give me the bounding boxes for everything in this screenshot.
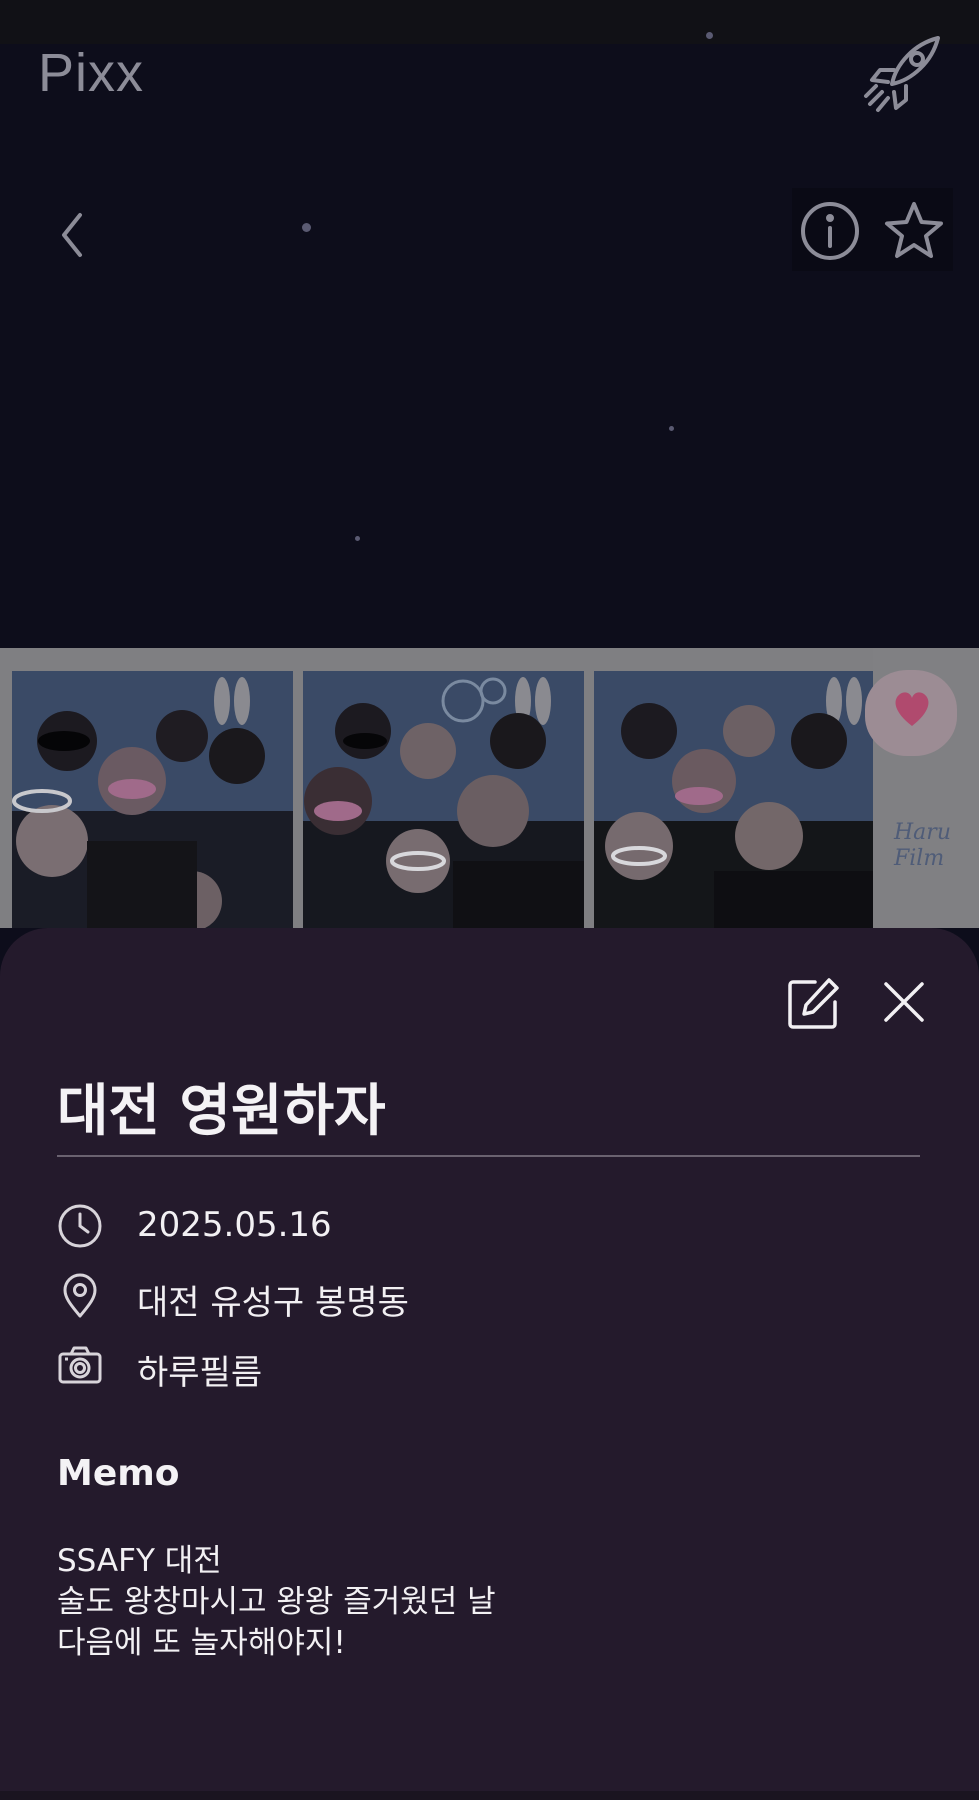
favorite-button[interactable] bbox=[884, 201, 944, 261]
booth-row: 하루필름 bbox=[57, 1341, 917, 1393]
status-bar bbox=[0, 0, 979, 44]
close-button[interactable] bbox=[880, 978, 928, 1026]
photo-frame-2 bbox=[303, 671, 584, 928]
booth-text: 하루필름 bbox=[137, 1353, 263, 1393]
edit-button[interactable] bbox=[785, 976, 841, 1032]
photo-frame-3 bbox=[594, 671, 874, 928]
clock-icon bbox=[58, 1204, 102, 1248]
edit-icon bbox=[788, 978, 839, 1029]
divider bbox=[57, 1155, 920, 1157]
memo-body: SSAFY 대전 술도 왕창마시고 왕왕 즐거웠던 날 다음에 또 놀자해야지! bbox=[57, 1541, 496, 1664]
photo-title: 대전 영원하자 bbox=[57, 1079, 386, 1144]
location-row: 대전 유성구 봉명동 bbox=[57, 1271, 917, 1323]
date-text: 2025.05.16 bbox=[137, 1205, 332, 1245]
memo-line: SSAFY 대전 bbox=[57, 1543, 222, 1579]
date-row: 2025.05.16 bbox=[57, 1201, 917, 1249]
memo-line: 다음에 또 놀자해야지! bbox=[57, 1625, 346, 1661]
starfield-background bbox=[0, 0, 979, 650]
memo-heading: Memo bbox=[57, 1453, 180, 1494]
info-circle-icon bbox=[801, 202, 859, 260]
photo-frame-1 bbox=[12, 671, 293, 928]
brand-mark: Haru Film bbox=[894, 820, 951, 871]
info-button[interactable] bbox=[800, 201, 860, 261]
star-outline-icon bbox=[885, 202, 943, 258]
top-action-group bbox=[792, 188, 953, 271]
map-pin-icon bbox=[63, 1273, 97, 1318]
heart-icon bbox=[895, 692, 929, 726]
app-title[interactable]: Pixx bbox=[38, 42, 144, 104]
location-text: 대전 유성구 봉명동 bbox=[137, 1283, 409, 1323]
chevron-left-icon bbox=[62, 213, 82, 257]
rocket-icon[interactable] bbox=[862, 30, 946, 114]
bottom-edge bbox=[0, 1791, 979, 1800]
close-icon bbox=[884, 982, 924, 1022]
memo-line: 술도 왕창마시고 왕왕 즐거웠던 날 bbox=[57, 1584, 496, 1620]
camera-icon bbox=[58, 1346, 102, 1384]
photo-strip[interactable] bbox=[0, 648, 979, 928]
back-button[interactable] bbox=[50, 205, 94, 265]
photo-info-sheet: 대전 영원하자 2025.05.16 대전 유성구 봉명동 하루필름 Memo … bbox=[0, 928, 979, 1800]
photo-detail-screen: Pixx Haru Film 대전 영원하자 2025.05.16 대전 유성구… bbox=[0, 0, 979, 1800]
